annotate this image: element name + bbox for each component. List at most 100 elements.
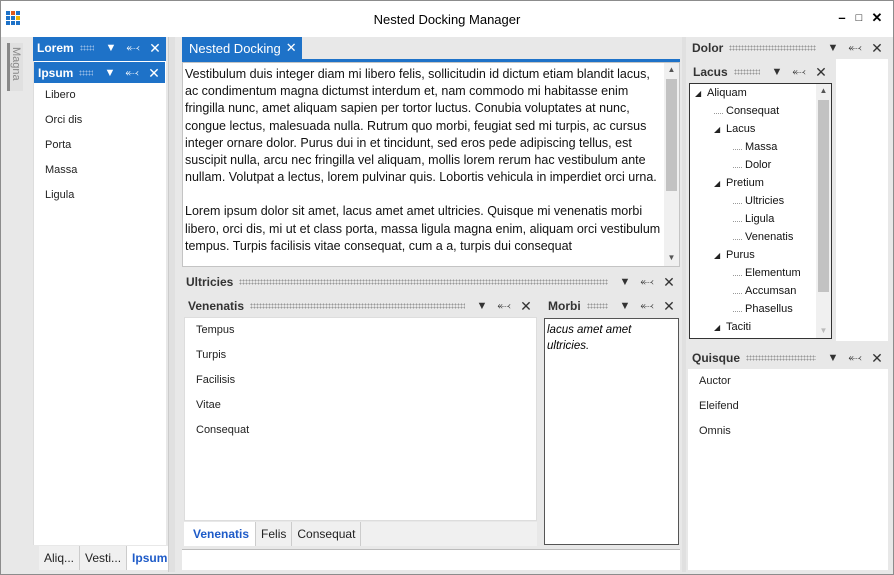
list-item[interactable]: Auctor bbox=[688, 369, 888, 394]
dropdown-icon[interactable]: ▼ bbox=[471, 300, 493, 312]
text-editor[interactable]: Vestibulum duis integer diam mi libero f… bbox=[182, 62, 680, 267]
list-item[interactable]: Turpis bbox=[185, 343, 536, 368]
venenatis-panel-header[interactable]: Venenatis ▼ ⬷ ✕ bbox=[184, 295, 537, 317]
tab-consequat[interactable]: Consequat bbox=[292, 522, 362, 546]
drag-grip[interactable] bbox=[746, 355, 816, 361]
drag-grip[interactable] bbox=[250, 303, 465, 309]
drag-grip[interactable] bbox=[79, 70, 93, 76]
lorem-panel-header[interactable]: Lorem ▼ ⬷ ✕ bbox=[33, 37, 166, 59]
pin-icon[interactable]: ⬷ bbox=[636, 276, 658, 289]
tab-venenatis[interactable]: Venenatis bbox=[184, 522, 257, 546]
close-icon[interactable]: ✕ bbox=[143, 65, 165, 82]
close-icon[interactable]: ✕ bbox=[866, 40, 888, 57]
right-splitter[interactable] bbox=[682, 37, 686, 572]
tree-expand-icon[interactable]: ◢ bbox=[714, 251, 720, 260]
scroll-down-icon[interactable]: ▼ bbox=[664, 251, 679, 265]
scroll-up-icon[interactable]: ▲ bbox=[816, 84, 831, 98]
dropdown-icon[interactable]: ▼ bbox=[99, 67, 121, 79]
morbi-title: Morbi bbox=[548, 299, 581, 313]
morbi-panel-header[interactable]: Morbi ▼ ⬷ ✕ bbox=[544, 295, 680, 317]
tree-item[interactable]: Lacus bbox=[726, 123, 755, 135]
list-item[interactable]: Vitae bbox=[185, 393, 536, 418]
close-icon[interactable]: ✕ bbox=[515, 298, 537, 315]
pin-icon[interactable]: ⬷ bbox=[636, 300, 658, 313]
ipsum-panel-header[interactable]: Ipsum ▼ ⬷ ✕ bbox=[34, 62, 165, 84]
close-icon[interactable]: ✕ bbox=[658, 274, 680, 291]
list-item[interactable]: Eleifend bbox=[688, 394, 888, 419]
left-splitter[interactable] bbox=[168, 37, 175, 572]
tree-item[interactable]: Aliquam bbox=[707, 87, 747, 99]
dropdown-icon[interactable]: ▼ bbox=[100, 42, 122, 54]
tree-expand-icon[interactable]: ◢ bbox=[695, 89, 701, 98]
tree-item[interactable]: Ultricies bbox=[745, 195, 784, 207]
drag-grip[interactable] bbox=[79, 45, 94, 51]
lacus-panel-header[interactable]: Lacus ▼ ⬷ ✕ bbox=[689, 61, 832, 83]
editor-content[interactable]: Vestibulum duis integer diam mi libero f… bbox=[185, 66, 663, 266]
tree-item[interactable]: Pretium bbox=[726, 177, 764, 189]
dropdown-icon[interactable]: ▼ bbox=[766, 66, 788, 78]
tab-vestibulum[interactable]: Vesti... bbox=[80, 546, 128, 570]
list-item[interactable]: Orci dis bbox=[34, 108, 165, 133]
list-item[interactable]: Libero bbox=[34, 83, 165, 108]
scroll-thumb[interactable] bbox=[818, 100, 829, 292]
dolor-panel-header[interactable]: Dolor ▼ ⬷ ✕ bbox=[688, 37, 888, 59]
close-icon[interactable]: ✕ bbox=[144, 40, 166, 57]
quisque-panel-header[interactable]: Quisque ▼ ⬷ ✕ bbox=[688, 347, 888, 369]
list-item[interactable]: Facilisis bbox=[185, 368, 536, 393]
tree-expand-icon[interactable]: ◢ bbox=[714, 125, 720, 134]
drag-grip[interactable] bbox=[733, 69, 760, 75]
minimize-button[interactable]: – bbox=[834, 10, 850, 26]
drag-grip[interactable] bbox=[729, 45, 816, 51]
list-item[interactable]: Massa bbox=[34, 158, 165, 183]
tree-item[interactable]: Massa bbox=[745, 141, 777, 153]
pin-icon[interactable]: ⬷ bbox=[122, 42, 144, 55]
tree-item[interactable]: Phasellus bbox=[745, 303, 793, 315]
dropdown-icon[interactable]: ▼ bbox=[822, 352, 844, 364]
pin-icon[interactable]: ⬷ bbox=[844, 352, 866, 365]
tree-item[interactable]: Purus bbox=[726, 249, 755, 261]
tree-expand-icon[interactable]: ◢ bbox=[714, 323, 720, 332]
scroll-up-icon[interactable]: ▲ bbox=[664, 63, 679, 77]
dropdown-icon[interactable]: ▼ bbox=[614, 276, 636, 288]
list-item[interactable]: Consequat bbox=[185, 418, 536, 443]
tree-item[interactable]: Elementum bbox=[745, 267, 801, 279]
quisque-list: Auctor Eleifend Omnis bbox=[688, 369, 888, 570]
list-item[interactable]: Porta bbox=[34, 133, 165, 158]
tree-item[interactable]: Consequat bbox=[726, 105, 779, 117]
dropdown-icon[interactable]: ▼ bbox=[822, 42, 844, 54]
pin-icon[interactable]: ⬷ bbox=[493, 300, 515, 313]
scroll-thumb[interactable] bbox=[666, 79, 677, 191]
tab-aliquam[interactable]: Aliq... bbox=[39, 546, 81, 570]
list-item[interactable]: Ligula bbox=[34, 183, 165, 208]
list-item[interactable]: Tempus bbox=[185, 318, 536, 343]
lacus-tree[interactable]: ◢ Aliquam Consequat ◢ Lacus Massa Dolor ◢ Pretiu… bbox=[689, 83, 832, 339]
editor-scrollbar[interactable]: ▲ ▼ bbox=[664, 63, 679, 266]
close-icon[interactable]: ✕ bbox=[658, 298, 680, 315]
tree-item[interactable]: Taciti bbox=[726, 321, 751, 333]
tree-item[interactable]: Venenatis bbox=[745, 231, 793, 243]
morbi-textbox[interactable]: lacus amet amet ultricies. bbox=[544, 318, 679, 545]
tree-connector bbox=[733, 221, 742, 222]
tree-item[interactable]: Dolor bbox=[745, 159, 771, 171]
scroll-down-icon[interactable]: ▼ bbox=[816, 324, 831, 338]
pin-icon[interactable]: ⬷ bbox=[844, 42, 866, 55]
pin-icon[interactable]: ⬷ bbox=[788, 66, 810, 79]
close-icon[interactable]: ✕ bbox=[866, 350, 888, 367]
tree-item[interactable]: Ligula bbox=[745, 213, 774, 225]
drag-grip[interactable] bbox=[586, 303, 608, 309]
pin-icon[interactable]: ⬷ bbox=[121, 67, 143, 80]
close-icon[interactable]: ✕ bbox=[810, 64, 832, 81]
tree-item[interactable]: Accumsan bbox=[745, 285, 796, 297]
maximize-button[interactable]: □ bbox=[851, 10, 867, 26]
ultricies-panel-header[interactable]: Ultricies ▼ ⬷ ✕ bbox=[182, 271, 680, 293]
tab-felis[interactable]: Felis bbox=[256, 522, 293, 546]
list-item[interactable]: Omnis bbox=[688, 419, 888, 444]
tab-ipsum[interactable]: Ipsum bbox=[127, 546, 174, 570]
close-icon[interactable]: ✕ bbox=[286, 40, 297, 56]
tree-scrollbar[interactable]: ▲ ▼ bbox=[816, 84, 831, 338]
tree-expand-icon[interactable]: ◢ bbox=[714, 179, 720, 188]
drag-grip[interactable] bbox=[239, 279, 608, 285]
close-window-button[interactable]: ✕ bbox=[869, 10, 885, 26]
dropdown-icon[interactable]: ▼ bbox=[614, 300, 636, 312]
document-tab[interactable]: Nested Docking ✕ bbox=[182, 37, 302, 59]
